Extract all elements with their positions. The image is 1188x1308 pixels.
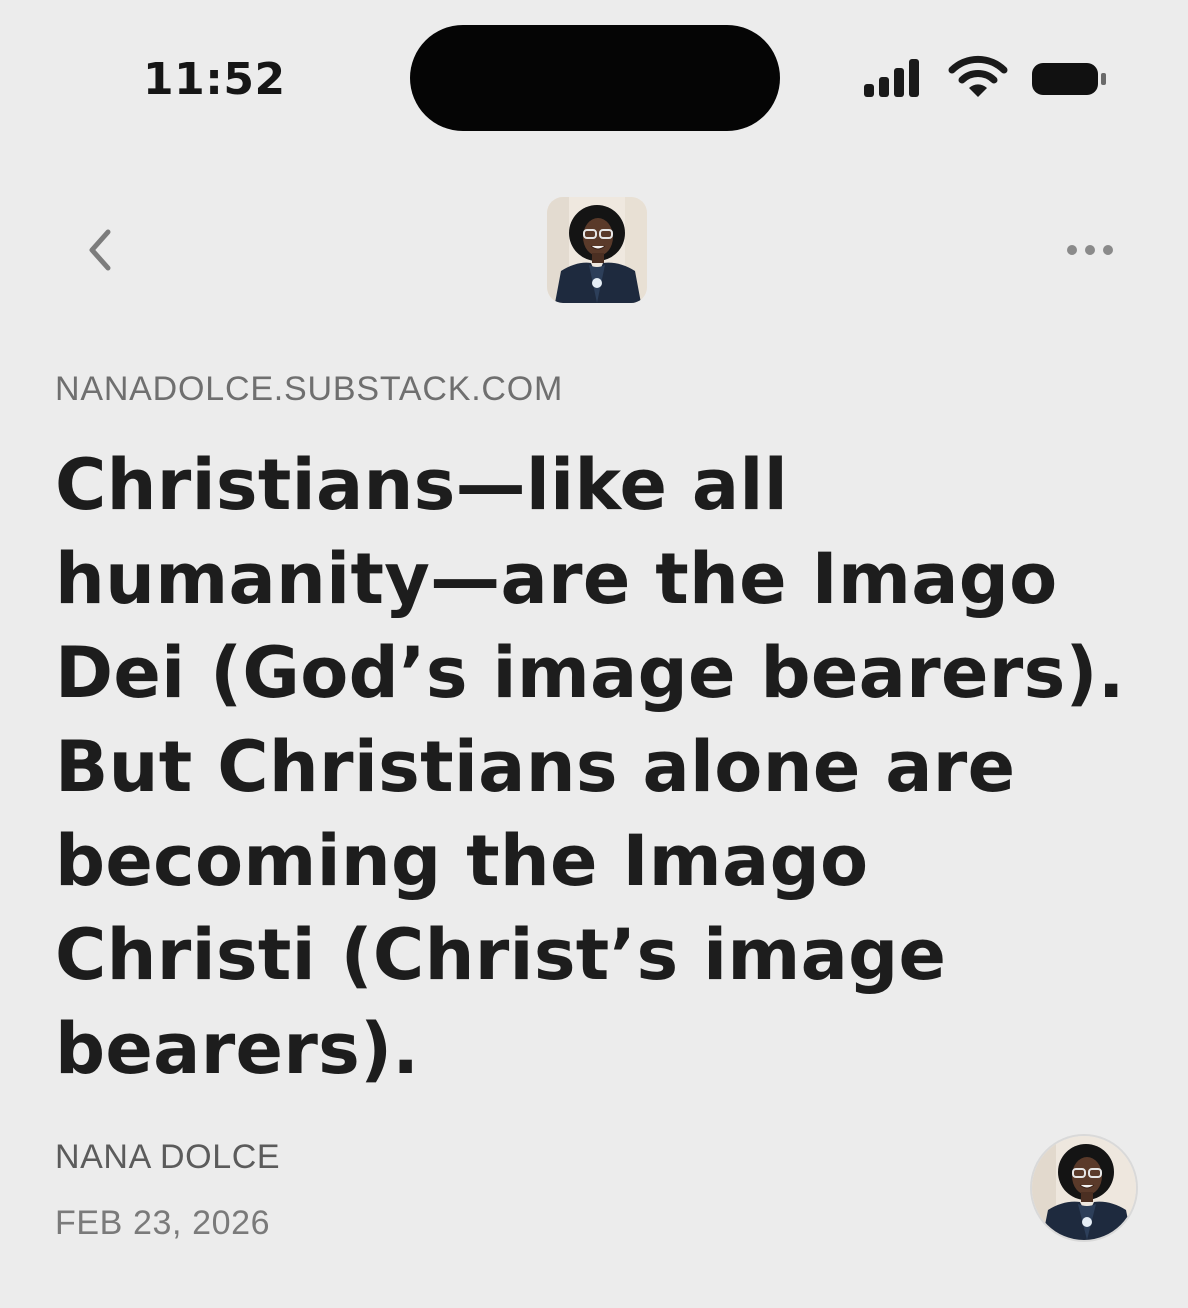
author-avatar[interactable] <box>1032 1136 1136 1240</box>
publication-link[interactable]: NANADOLCE.SUBSTACK.COM <box>55 368 563 410</box>
chevron-left-icon <box>89 229 111 271</box>
cellular-signal-icon <box>864 59 919 97</box>
back-button[interactable] <box>70 220 130 280</box>
author-name[interactable]: NANA DOLCE <box>55 1136 280 1178</box>
wifi-icon <box>948 55 1008 97</box>
status-icons <box>862 55 1112 105</box>
post-quote: Christians—like all humanity—are the Ima… <box>55 444 1125 1090</box>
dynamic-island <box>410 25 780 131</box>
status-time: 11:52 <box>143 54 286 105</box>
post-date: FEB 23, 2026 <box>55 1204 271 1242</box>
header-avatar[interactable] <box>547 197 647 303</box>
ellipsis-icon <box>1067 245 1113 255</box>
author-photo-icon <box>547 197 647 303</box>
battery-icon <box>1032 63 1106 95</box>
author-photo-icon <box>1032 1136 1136 1240</box>
more-options-button[interactable] <box>1060 228 1120 272</box>
